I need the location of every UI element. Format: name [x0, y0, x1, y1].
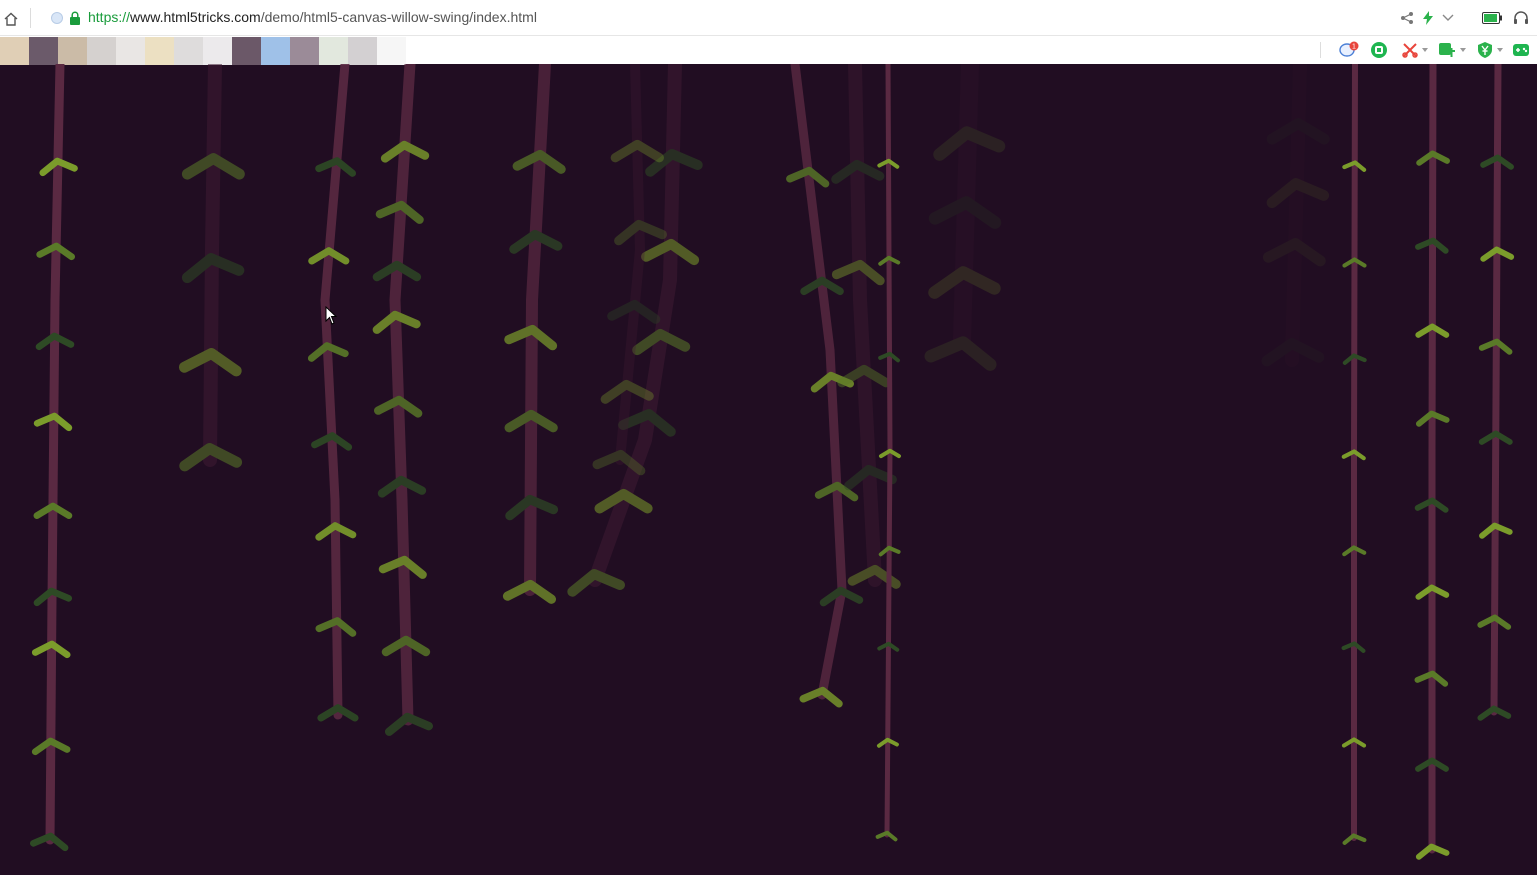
bookmark-favicon[interactable] — [377, 37, 406, 65]
willow-stem — [848, 64, 882, 587]
willow-branch — [1261, 64, 1330, 367]
bookmark-favicon[interactable] — [348, 37, 377, 65]
willow-branch — [30, 64, 78, 852]
willow-branch — [924, 64, 1006, 371]
bookmark-favicon[interactable] — [290, 37, 319, 65]
bookmark-favicon[interactable] — [87, 37, 116, 65]
bookmark-favicon[interactable] — [261, 37, 290, 65]
willow-branch — [307, 64, 359, 722]
url-path: /demo/html5-canvas-willow-swing/index.ht… — [260, 9, 537, 25]
willow-stem — [1428, 64, 1437, 854]
willow-branch — [1477, 64, 1515, 721]
willow-branch — [372, 64, 433, 736]
bookmark-favicon[interactable] — [174, 37, 203, 65]
lightning-icon[interactable] — [1419, 9, 1437, 27]
willow-branch — [1341, 64, 1367, 845]
mouse-cursor-icon — [325, 306, 338, 325]
extension-badge: 1 — [1352, 44, 1356, 51]
bookmark-favicon[interactable] — [145, 37, 174, 65]
lock-icon[interactable] — [69, 11, 81, 25]
url-protocol: https:// — [88, 9, 131, 25]
bookmark-favicon[interactable] — [0, 37, 29, 65]
willow-stem — [389, 64, 416, 726]
bookmark-favicon[interactable] — [232, 37, 261, 65]
chevron-down-icon[interactable] — [1419, 40, 1431, 60]
willow-leaf — [924, 336, 997, 371]
gamepad-icon[interactable] — [1511, 40, 1531, 60]
home-icon[interactable] — [4, 12, 18, 26]
currency-icon[interactable] — [1475, 40, 1495, 60]
willow-stem — [615, 64, 645, 465]
chevron-down-icon[interactable] — [1439, 9, 1457, 27]
leaf-shape — [924, 336, 997, 371]
chevron-down-icon[interactable] — [1494, 40, 1506, 60]
willow-branch — [178, 64, 245, 472]
address-separator — [30, 8, 31, 28]
willow-branch — [502, 64, 566, 604]
url-input[interactable]: https://www.html5tricks.com/demo/html5-c… — [88, 9, 537, 25]
toolbar-separator — [1320, 42, 1321, 58]
battery-icon — [1481, 9, 1503, 27]
scissors-icon[interactable] — [1400, 40, 1420, 60]
share-icon[interactable] — [1398, 9, 1416, 27]
translate-icon[interactable] — [1437, 40, 1457, 60]
willow-stem — [45, 64, 65, 845]
address-bar: https://www.html5tricks.com/demo/html5-c… — [0, 0, 1537, 36]
bookmark-favicon[interactable] — [319, 37, 348, 65]
bookmarks-bar — [0, 37, 406, 65]
bookmark-favicon[interactable] — [116, 37, 145, 65]
headphones-icon[interactable] — [1512, 9, 1530, 27]
bookmark-favicon[interactable] — [58, 37, 87, 65]
green-circle-icon[interactable] — [1369, 40, 1389, 60]
willow-branch — [1414, 64, 1451, 860]
bookmark-favicon[interactable] — [29, 37, 58, 65]
willow-canvas[interactable] — [0, 64, 1537, 875]
chat-bubble-icon[interactable]: 1 — [1339, 40, 1359, 60]
willow-stem — [1285, 64, 1307, 367]
site-favicon-icon — [51, 12, 63, 24]
url-host: www.html5tricks.com — [130, 9, 261, 25]
bookmark-favicon[interactable] — [203, 37, 232, 65]
chevron-down-icon[interactable] — [1457, 40, 1469, 60]
